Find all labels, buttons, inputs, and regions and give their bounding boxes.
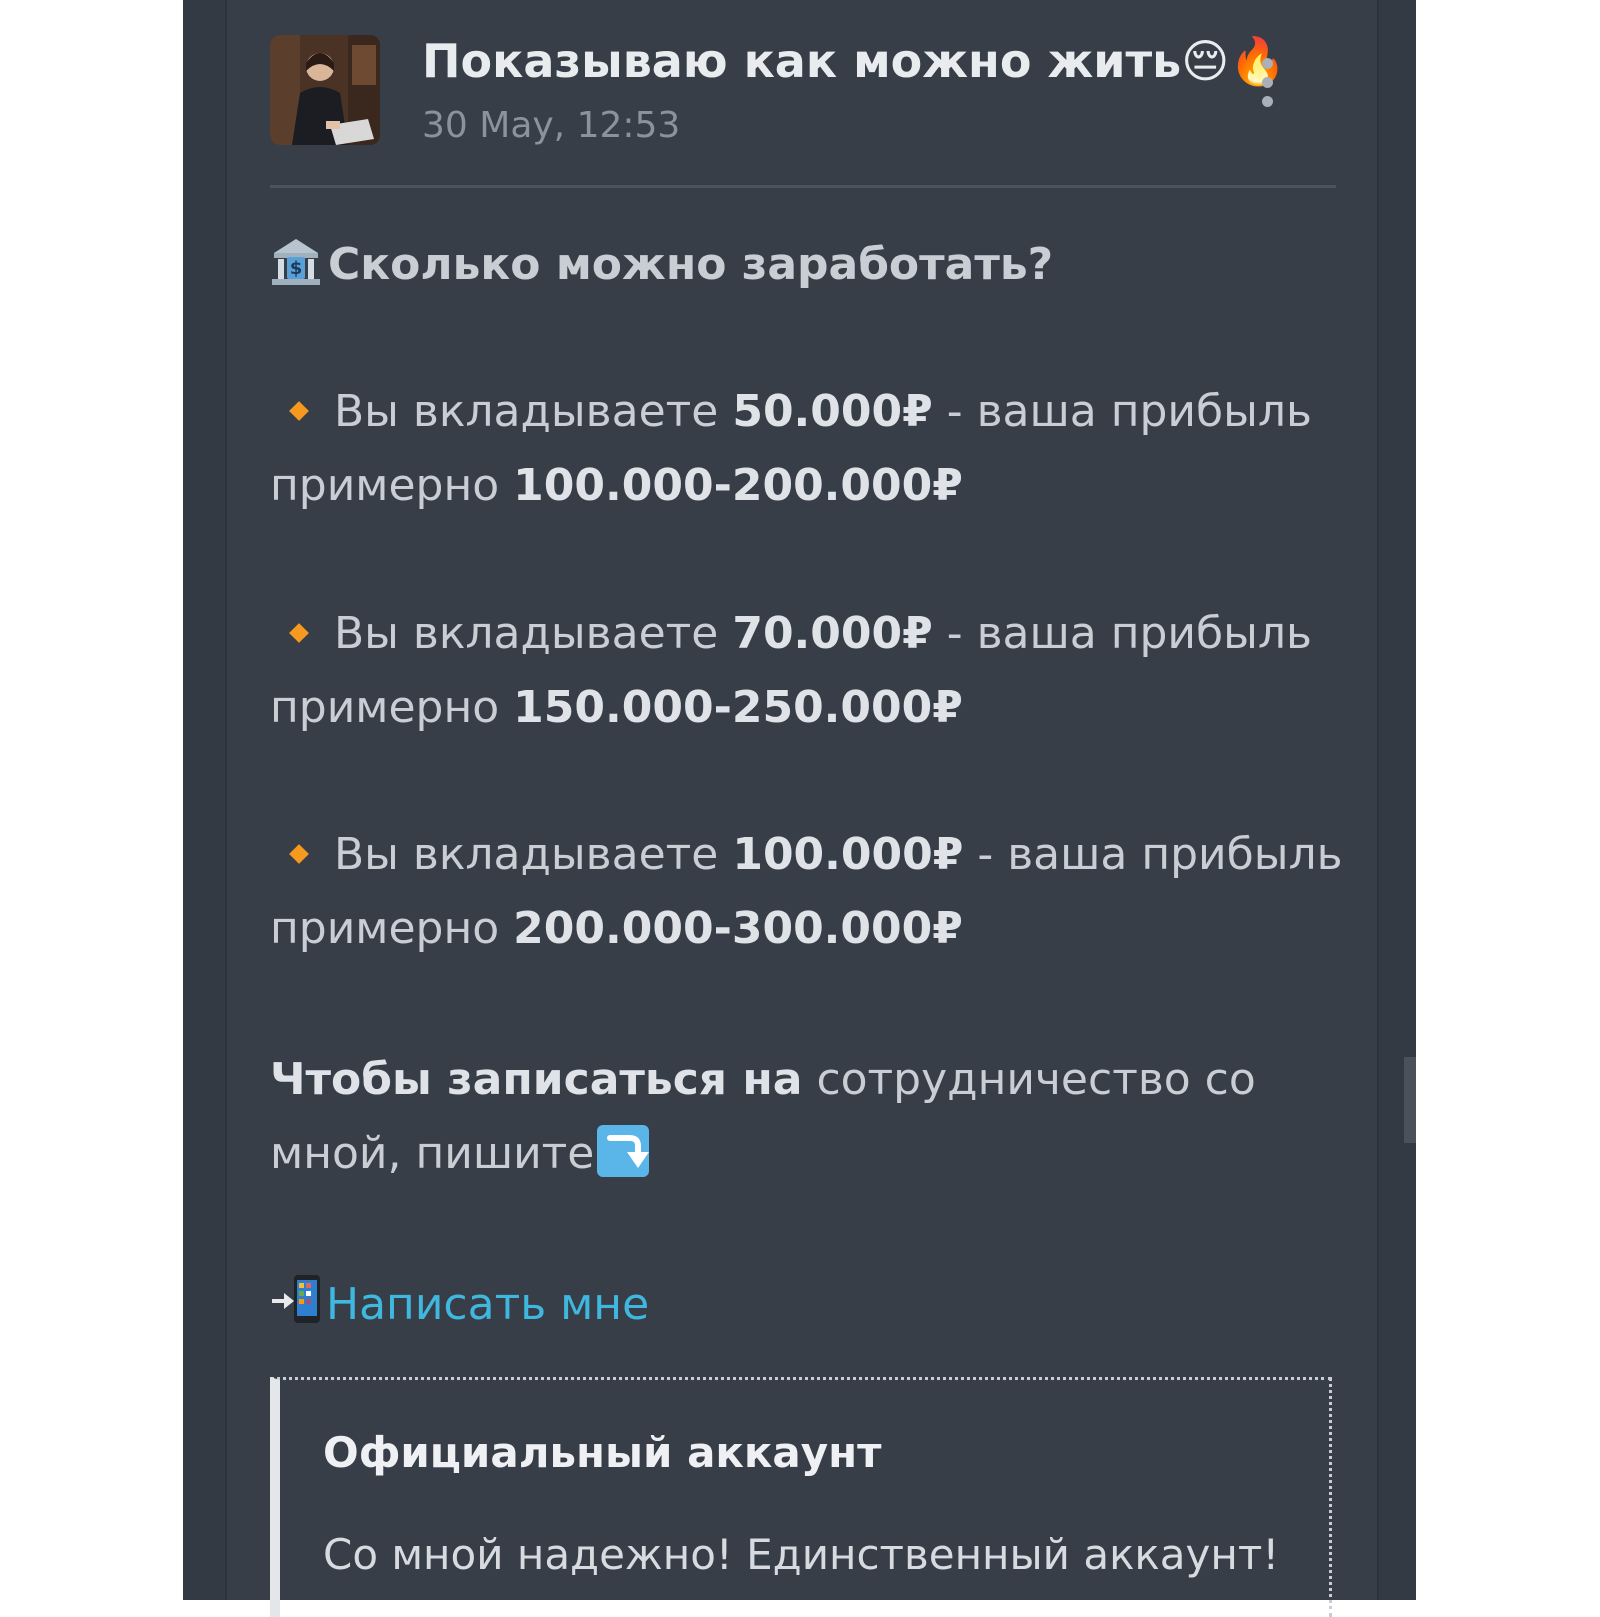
channel-name: Показываю как можно жить <box>422 34 1182 88</box>
offer-item: Вы вкладываете 70.000₽ - ваша прибыль пр… <box>270 597 1350 745</box>
contact-line: Написать мне <box>270 1268 1350 1342</box>
offer-item: Вы вкладываете 100.000₽ - ваша прибыль п… <box>270 818 1350 966</box>
post-heading: $ Сколько можно заработать? <box>270 228 1350 302</box>
cta-line2: мной, пишите <box>270 1128 595 1179</box>
cta-rest: сотрудничество со <box>802 1054 1256 1105</box>
cta-bold: Чтобы записаться на <box>270 1054 803 1105</box>
post-frame: Показываю как можно жить😔🔥 30 May, 12:53… <box>183 0 1416 1617</box>
contact-link[interactable]: Написать мне <box>326 1279 649 1330</box>
offer-line2-prefix: примерно <box>270 682 514 733</box>
post-date: 30 May, 12:53 <box>422 105 681 146</box>
offer-item: Вы вкладываете 50.000₽ - ваша прибыль пр… <box>270 375 1350 523</box>
offer-middle: - ваша прибыль <box>932 386 1312 437</box>
quote-block: Официальный аккаунт Со мной надежно! Еди… <box>270 1377 1332 1617</box>
offer-prefix: Вы вкладываете <box>334 829 733 880</box>
avatar-photo-icon <box>270 35 380 145</box>
more-vertical-icon[interactable] <box>1252 58 1282 122</box>
offer-middle: - ваша прибыль <box>963 829 1343 880</box>
quote-text: Со мной надежно! Единственный аккаунт! <box>323 1530 1280 1579</box>
offer-line2-prefix: примерно <box>270 460 514 511</box>
offer-prefix: Вы вкладываете <box>334 608 733 659</box>
offer-profit: 150.000-250.000₽ <box>513 682 963 733</box>
quote-title: Официальный аккаунт <box>323 1428 882 1477</box>
offer-amount: 50.000₽ <box>732 386 933 437</box>
header-divider <box>270 185 1336 188</box>
offer-profit: 200.000-300.000₽ <box>513 903 963 954</box>
offer-amount: 70.000₽ <box>732 608 933 659</box>
offer-middle: - ваша прибыль <box>932 608 1312 659</box>
orange-diamond-icon <box>289 844 309 864</box>
post-card: Показываю как можно жить😔🔥 30 May, 12:53… <box>225 0 1379 1617</box>
phone-arrow-icon <box>272 1275 320 1323</box>
channel-avatar[interactable] <box>270 35 380 145</box>
orange-diamond-icon <box>289 401 309 421</box>
offer-line2-prefix: примерно <box>270 903 514 954</box>
bank-icon: $ <box>272 239 320 285</box>
orange-diamond-icon <box>289 623 309 643</box>
heading-text: Сколько можно заработать? <box>328 239 1054 290</box>
svg-text:$: $ <box>290 258 303 279</box>
call-to-action: Чтобы записаться на сотрудничество со мн… <box>270 1043 1350 1191</box>
offer-profit: 100.000-200.000₽ <box>513 460 963 511</box>
offer-amount: 100.000₽ <box>732 829 964 880</box>
offer-prefix: Вы вкладываете <box>334 386 733 437</box>
scrollbar-thumb[interactable] <box>1404 1057 1416 1143</box>
arrow-return-icon <box>597 1125 650 1177</box>
channel-title[interactable]: Показываю как можно жить😔🔥 <box>422 34 1286 89</box>
